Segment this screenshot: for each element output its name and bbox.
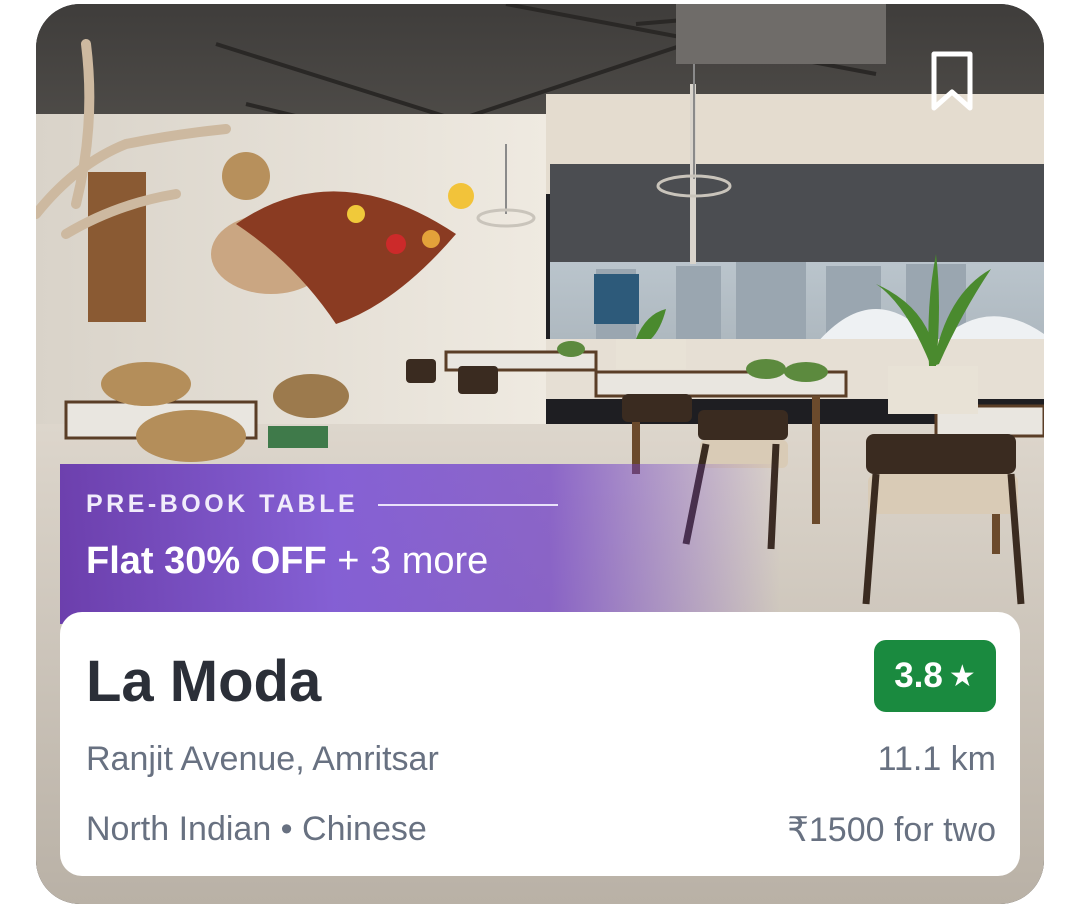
bookmark-button[interactable]	[928, 50, 976, 114]
promo-kicker: PRE-BOOK TABLE	[86, 490, 559, 519]
promo-kicker-label: PRE-BOOK TABLE	[86, 490, 359, 518]
prebook-offer-banner[interactable]: PRE-BOOK TABLE Flat 30% OFF + 3 more	[60, 464, 780, 624]
rating-value: 3.8	[894, 656, 943, 695]
promo-divider	[378, 503, 559, 506]
promo-offer-extra: + 3 more	[326, 540, 489, 582]
restaurant-card[interactable]: PRE-BOOK TABLE Flat 30% OFF + 3 more La …	[36, 4, 1044, 904]
restaurant-price: ₹1500 for two	[787, 811, 996, 849]
restaurant-location: Ranjit Avenue, Amritsar	[86, 740, 439, 778]
restaurant-name[interactable]: La Moda	[86, 648, 321, 715]
promo-offer-main: Flat 30% OFF	[86, 540, 327, 582]
restaurant-info-panel: La Moda 3.8 ★ Ranjit Avenue, Amritsar 11…	[60, 612, 1020, 876]
restaurant-cuisines: North Indian • Chinese	[86, 810, 427, 848]
bookmark-outline-icon	[931, 51, 973, 111]
restaurant-distance: 11.1 km	[877, 740, 996, 778]
promo-offer-text: Flat 30% OFF + 3 more	[86, 540, 488, 583]
star-icon: ★	[948, 659, 976, 693]
rating-badge: 3.8 ★	[874, 640, 996, 712]
